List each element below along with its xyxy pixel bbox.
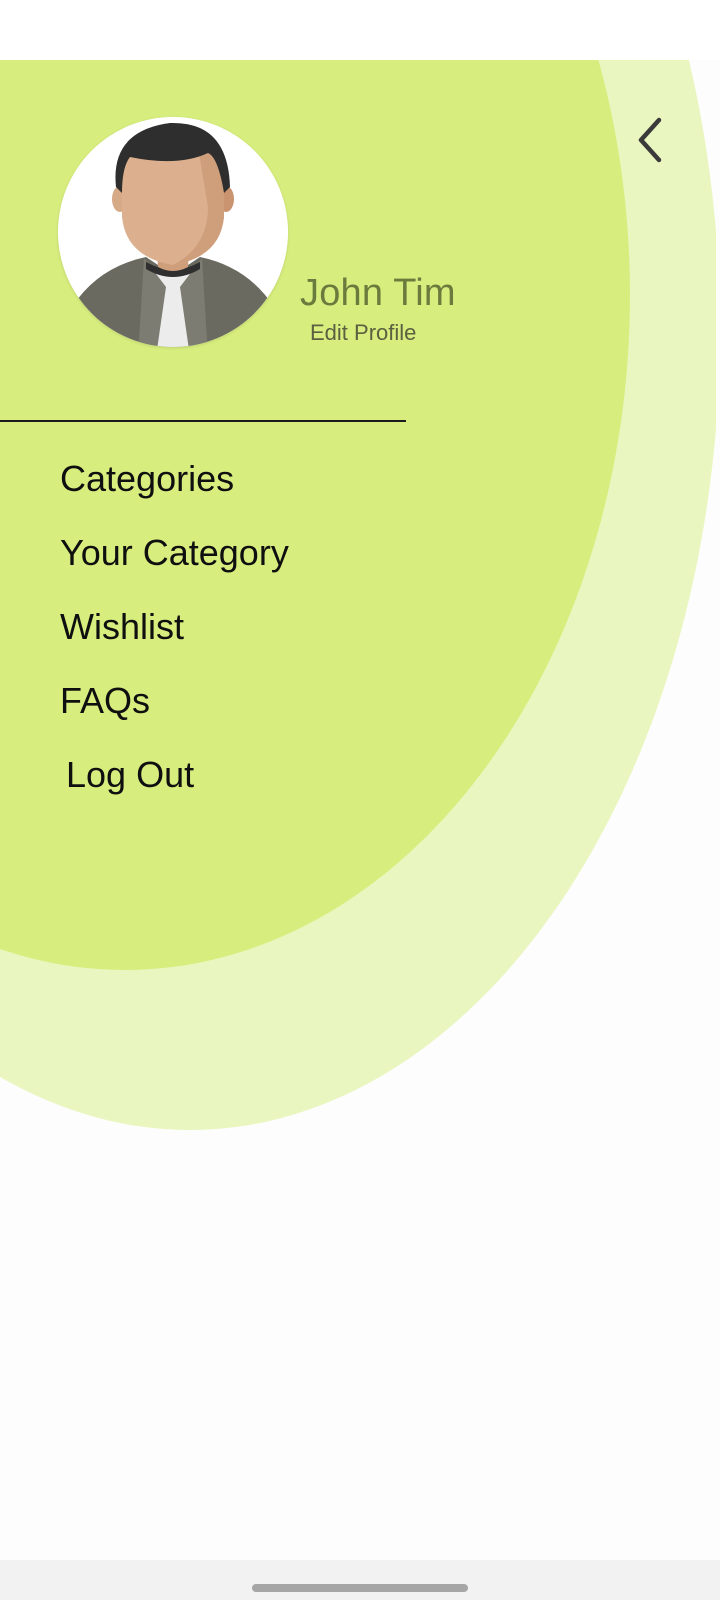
edit-profile-link[interactable]: Edit Profile (310, 320, 416, 346)
avatar[interactable] (58, 117, 288, 347)
menu-item-faqs[interactable]: FAQs (60, 677, 150, 725)
profile-divider (0, 420, 406, 422)
menu-item-wishlist[interactable]: Wishlist (60, 603, 184, 651)
menu-item-categories[interactable]: Categories (60, 455, 234, 503)
drawer-panel: John Tim Edit Profile Categories Your Ca… (0, 60, 716, 1560)
status-bar (0, 0, 720, 60)
chevron-left-icon (638, 117, 662, 163)
menu-item-log-out[interactable]: Log Out (66, 751, 194, 799)
navigation-drawer-screen: John Tim Edit Profile Categories Your Ca… (0, 0, 720, 1600)
user-name: John Tim (300, 272, 456, 314)
system-navigation-bar (0, 1560, 720, 1600)
back-button[interactable] (628, 112, 672, 168)
home-indicator[interactable] (252, 1584, 468, 1592)
user-avatar-icon (58, 117, 288, 347)
menu-item-your-category[interactable]: Your Category (60, 529, 289, 577)
